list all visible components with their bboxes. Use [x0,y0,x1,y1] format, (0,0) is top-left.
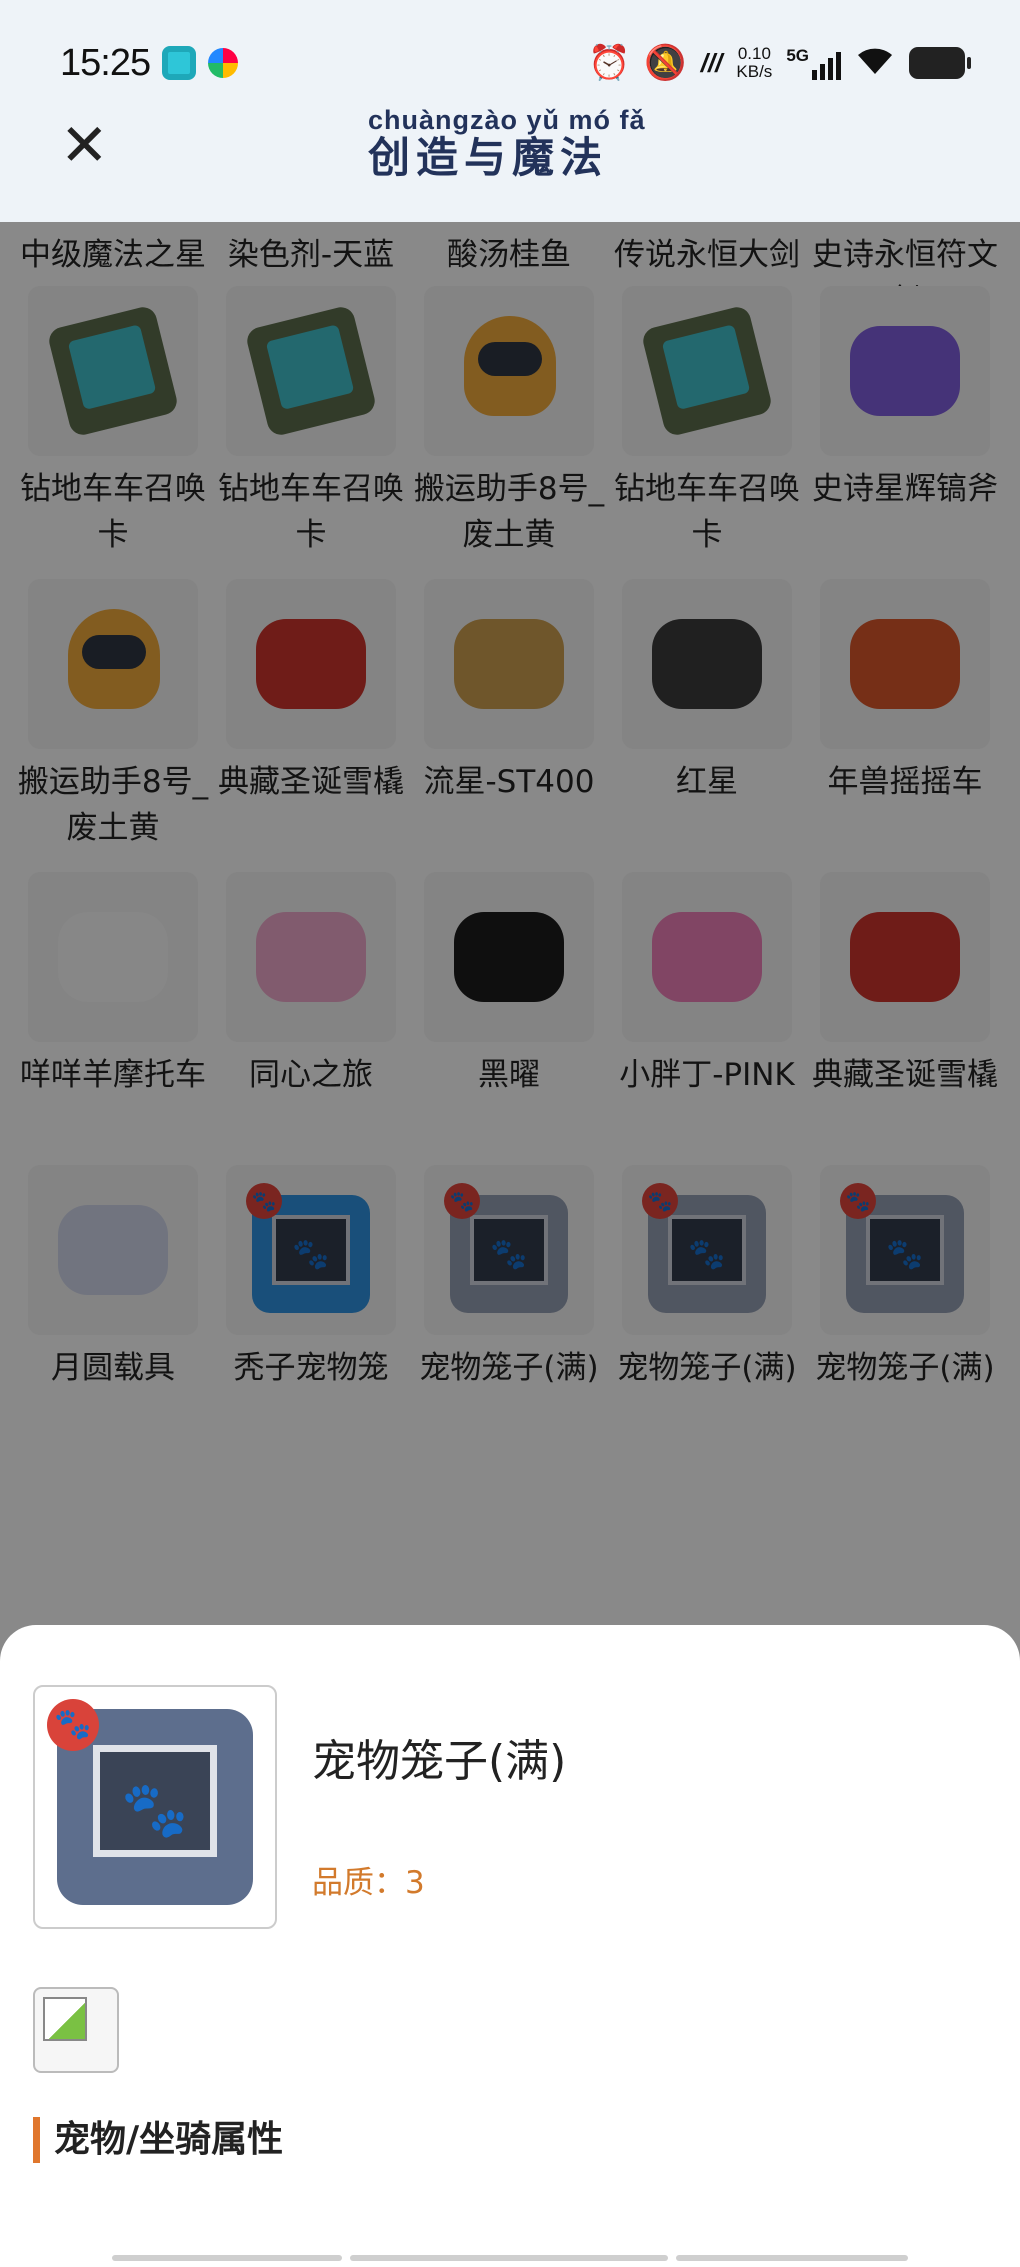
mute-icon: 🔕 [644,44,687,82]
app-icon-1 [162,46,197,80]
signal-icon: 5G [786,46,841,80]
status-icons: ⏰ 🔕 /// 0.10 KB/s 5G [588,44,971,82]
title-pinyin: chuàngzào yǔ mó fǎ [368,105,646,135]
status-bar: 15:25 ⏰ 🔕 /// 0.10 KB/s 5G [60,36,971,90]
detail-item-image: 🐾 🐾 [33,1685,277,1929]
net-speed-value: 0.10 [737,44,771,63]
close-icon[interactable]: ✕ [60,116,110,174]
net-speed-unit: KB/s [736,62,773,81]
item-detail-sheet: 🐾 🐾 宠物笼子(满) 品质：3 宠物/坐骑属性 [0,1625,1020,2267]
detail-item-name: 宠物笼子(满) [312,1736,567,1787]
battery-icon [909,47,971,79]
app-header: ✕ chuàngzào yǔ mó fǎ 创造与魔法 [0,100,1020,210]
app-icon-2 [208,48,239,78]
nfc-icon: /// [700,48,723,78]
section-title: 宠物/坐骑属性 [33,2117,283,2163]
top-area: 15:25 ⏰ 🔕 /// 0.10 KB/s 5G ✕ chuàngzào y… [0,0,1020,222]
scroll-indicator [112,2255,908,2261]
net-speed: 0.10 KB/s [736,45,772,81]
app-title: chuàngzào yǔ mó fǎ 创造与魔法 [368,106,668,182]
detail-item-quality: 品质：3 [312,1865,425,1901]
network-type: 5G [786,46,809,65]
status-time: 15:25 [60,41,151,84]
broken-image-icon [33,1987,119,2073]
wifi-icon [855,44,895,82]
title-text: 创造与魔法 [368,133,609,182]
alarm-icon: ⏰ [588,44,631,82]
paw-badge-icon: 🐾 [47,1699,99,1751]
